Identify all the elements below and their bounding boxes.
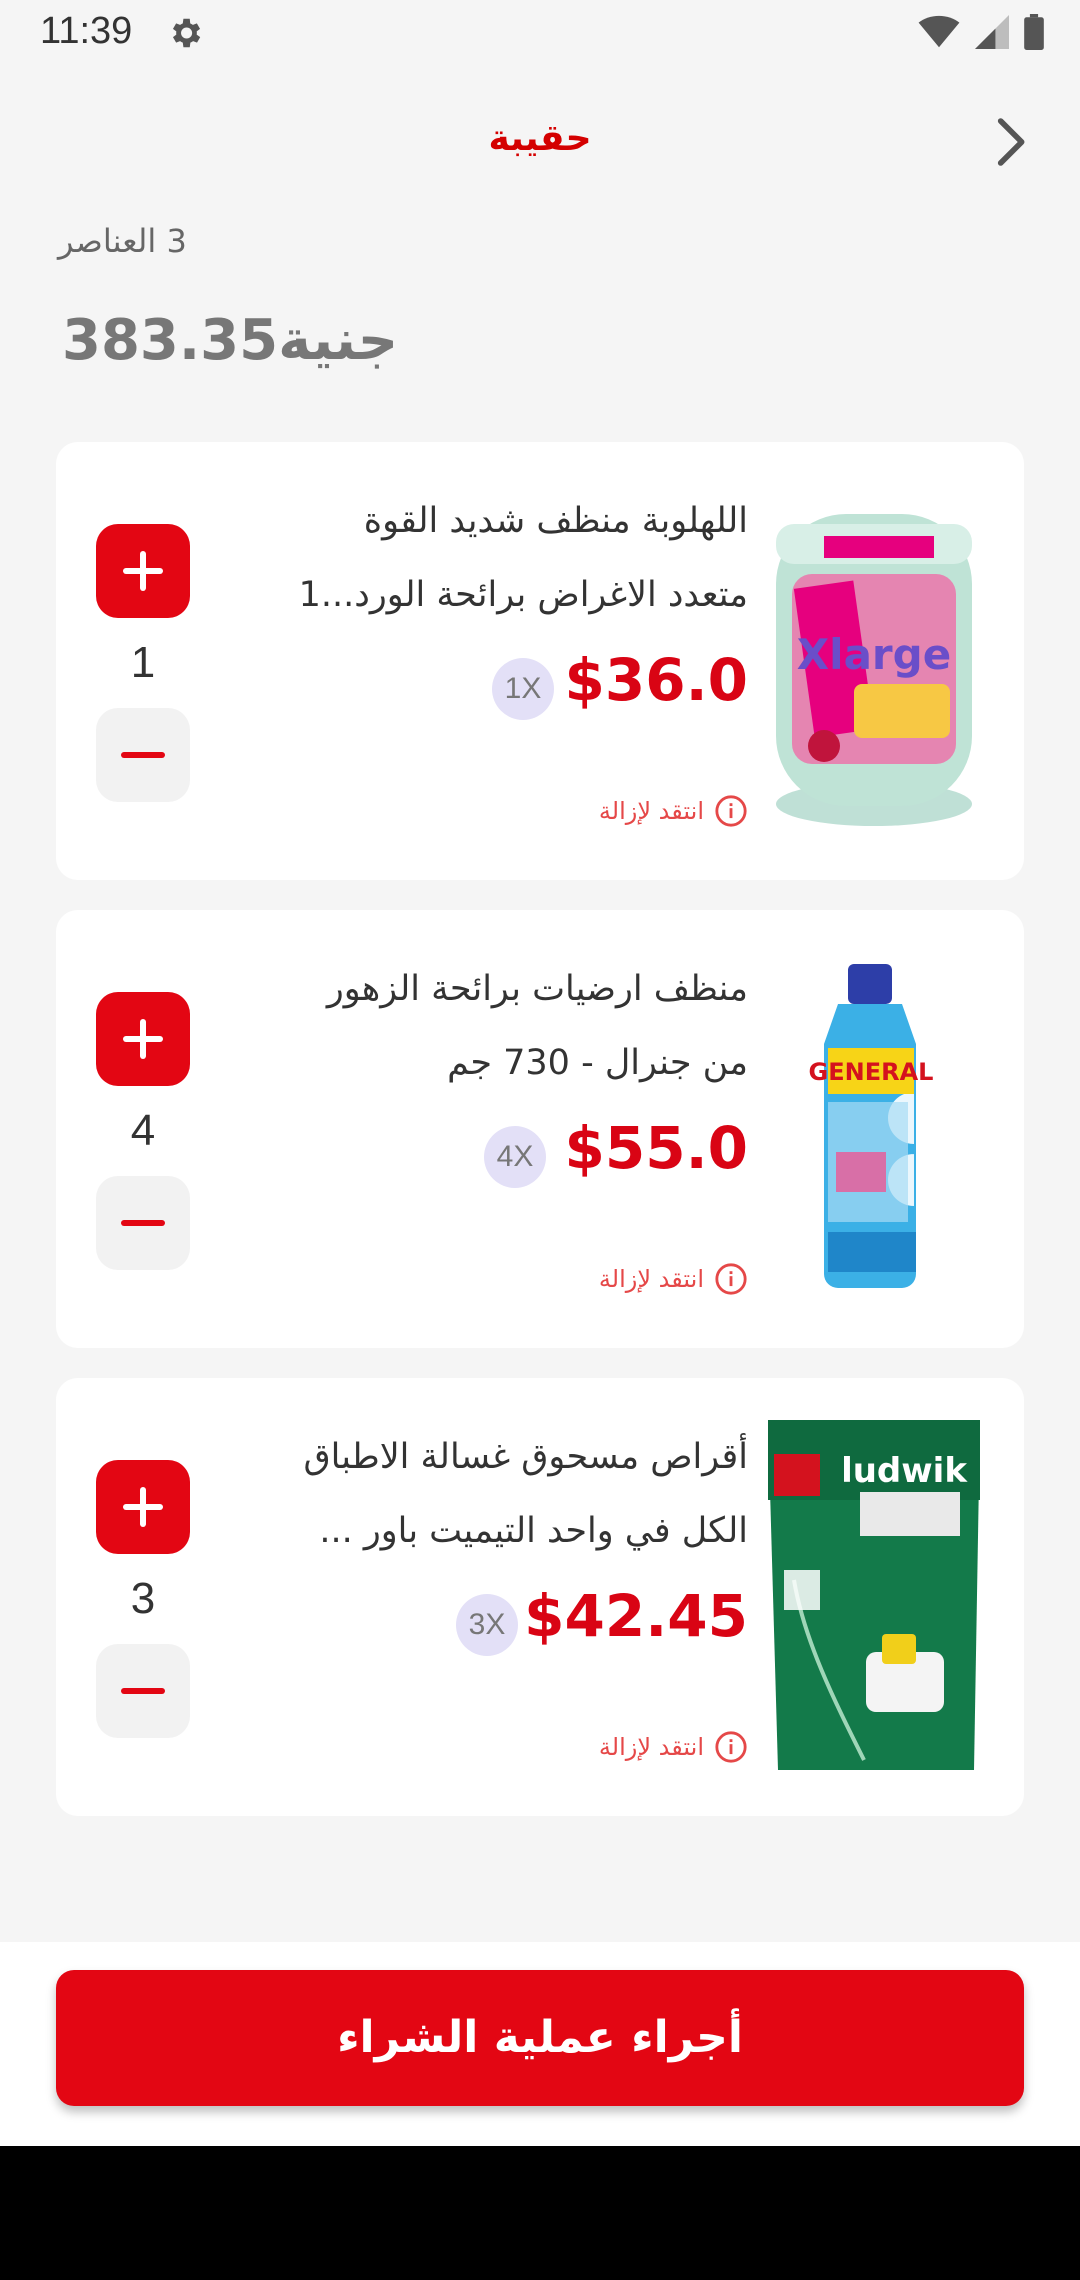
- item-name: منظف ارضيات برائحة الزهور من جنرال - 730…: [326, 969, 748, 1083]
- increase-quantity-button[interactable]: [96, 1460, 190, 1554]
- info-icon: [715, 1263, 747, 1295]
- svg-text:ludwik: ludwik: [841, 1451, 968, 1491]
- svg-text:Xlarge: Xlarge: [797, 630, 951, 679]
- wifi-icon: [918, 15, 960, 48]
- item-multiplier-badge: 1X: [492, 658, 554, 720]
- svg-text:GENERAL: GENERAL: [809, 1058, 934, 1086]
- cart-total: 383.35جنية: [62, 308, 399, 373]
- battery-icon: [1024, 14, 1044, 50]
- app-header: حقيبة: [0, 100, 1080, 184]
- item-multiplier-badge: 4X: [484, 1126, 546, 1188]
- remove-hint[interactable]: انتقد لإزالة: [599, 794, 748, 828]
- items-count: 3 العناصر: [58, 222, 187, 260]
- item-quantity: 3: [130, 1574, 156, 1623]
- item-multiplier-badge: 3X: [456, 1594, 518, 1656]
- general-floor-cleaner-image: GENERAL: [809, 964, 934, 1288]
- item-price: $55.0: [564, 1114, 748, 1182]
- item-quantity: 4: [130, 1106, 156, 1155]
- settings-gear-icon: [172, 18, 201, 48]
- status-icons: [918, 14, 1044, 50]
- info-icon: [715, 795, 747, 827]
- item-name: أقراص مسحوق غسالة الاطباق الكل في واحد ا…: [303, 1437, 748, 1551]
- item-name: اللهلوبة منظف شديد القوة متعدد الاغراض ب…: [298, 501, 748, 615]
- increase-quantity-button[interactable]: [96, 992, 190, 1086]
- cart-item-card: 3 أقراص مسحوق غسالة الاطباق الكل في واحد…: [56, 1378, 1024, 1816]
- quantity-stepper: 3: [96, 1460, 190, 1738]
- status-time: 11:39: [40, 10, 133, 52]
- page-title: حقيبة: [488, 118, 592, 159]
- checkout-button[interactable]: أجراء عملية الشراء: [56, 1970, 1024, 2106]
- back-chevron-icon[interactable]: [982, 114, 1038, 170]
- checkout-footer: أجراء عملية الشراء: [0, 1942, 1080, 2146]
- system-navigation-bar: [0, 2146, 1080, 2280]
- increase-quantity-button[interactable]: [96, 524, 190, 618]
- decrease-quantity-button[interactable]: [96, 708, 190, 802]
- decrease-quantity-button[interactable]: [96, 1176, 190, 1270]
- decrease-quantity-button[interactable]: [96, 1644, 190, 1738]
- remove-hint[interactable]: انتقد لإزالة: [599, 1730, 748, 1764]
- item-price: $42.45: [524, 1582, 748, 1650]
- status-bar: 11:39: [0, 0, 1080, 66]
- cart-item-card: 1 اللهلوبة منظف شديد القوة متعدد الاغراض…: [56, 442, 1024, 880]
- xlarge-cleaner-image: Xlarge: [776, 514, 972, 826]
- quantity-stepper: 1: [96, 524, 190, 802]
- cart-item-card: 4 منظف ارضيات برائحة الزهور من جنرال - 7…: [56, 910, 1024, 1348]
- item-price: $36.0: [564, 646, 748, 714]
- info-icon: [715, 1731, 747, 1763]
- cellular-signal-icon: [975, 15, 1009, 49]
- quantity-stepper: 4: [96, 992, 190, 1270]
- ludwik-dishwasher-tablets-image: ludwik: [768, 1420, 980, 1770]
- remove-hint[interactable]: انتقد لإزالة: [599, 1262, 748, 1296]
- item-quantity: 1: [130, 638, 156, 687]
